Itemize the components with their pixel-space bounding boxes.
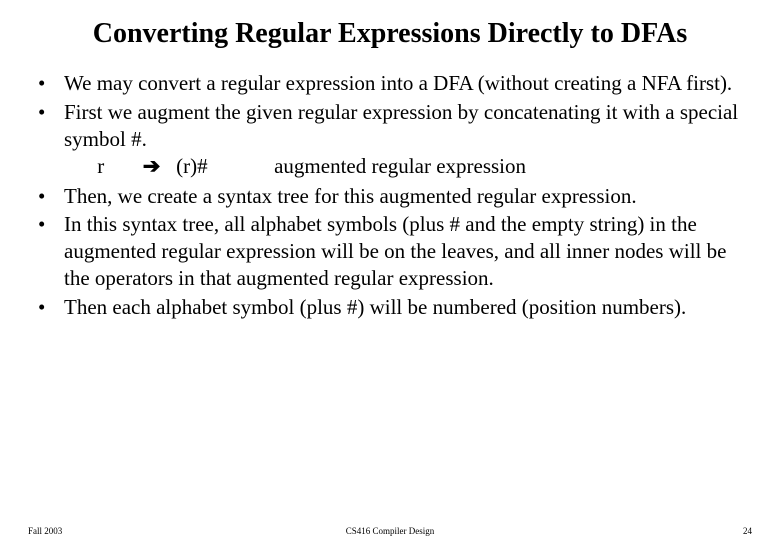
bullet-sub-line: r ➔ (r)# augmented regular expression — [64, 154, 526, 178]
bullet-text: Then each alphabet symbol (plus #) will … — [64, 294, 744, 321]
arrow-right-icon: ➔ — [143, 154, 161, 181]
footer-right: 24 — [743, 526, 752, 536]
bullet-text: We may convert a regular expression into… — [64, 70, 744, 97]
bullet-dot-icon: • — [36, 99, 64, 181]
footer-center: CS416 Compiler Design — [0, 526, 780, 536]
bullet-dot-icon: • — [36, 294, 64, 321]
bullet-main-text: First we augment the given regular expre… — [64, 100, 738, 151]
bullet-dot-icon: • — [36, 70, 64, 97]
expr-lhs: r — [97, 153, 104, 180]
bullet-item: • In this syntax tree, all alphabet symb… — [36, 211, 744, 292]
slide-title: Converting Regular Expressions Directly … — [0, 18, 780, 70]
slide-body: • We may convert a regular expression in… — [0, 70, 780, 321]
bullet-text: First we augment the given regular expre… — [64, 99, 744, 181]
bullet-item: • First we augment the given regular exp… — [36, 99, 744, 181]
expr-note: augmented regular expression — [274, 153, 526, 180]
bullet-dot-icon: • — [36, 183, 64, 210]
bullet-text: In this syntax tree, all alphabet symbol… — [64, 211, 744, 292]
bullet-item: • Then each alphabet symbol (plus #) wil… — [36, 294, 744, 321]
bullet-text: Then, we create a syntax tree for this a… — [64, 183, 744, 210]
bullet-dot-icon: • — [36, 211, 64, 292]
slide: Converting Regular Expressions Directly … — [0, 0, 780, 540]
expr-rhs: (r)# — [176, 153, 207, 180]
bullet-list: • We may convert a regular expression in… — [36, 70, 744, 321]
bullet-item: • Then, we create a syntax tree for this… — [36, 183, 744, 210]
bullet-item: • We may convert a regular expression in… — [36, 70, 744, 97]
